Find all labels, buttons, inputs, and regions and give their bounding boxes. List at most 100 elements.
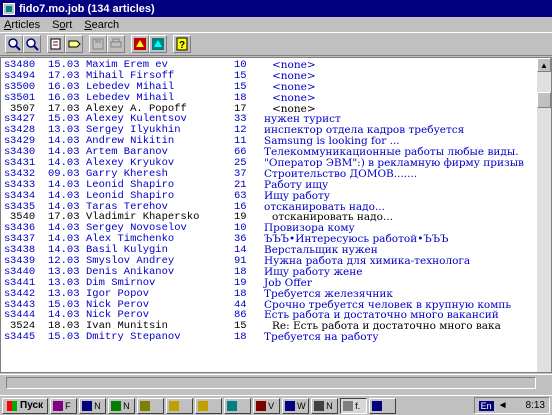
taskbar-label: V [268, 400, 275, 411]
article-row[interactable]: s 3434 14.03 Leonid Shapiro 63 Ищу работу [1, 189, 538, 202]
scroll-track[interactable] [6, 377, 536, 389]
taskbar-button[interactable] [369, 397, 397, 414]
window-title: fido7.mo.job (134 articles) [19, 2, 155, 15]
app-icon [314, 400, 325, 411]
taskbar-button[interactable]: W [282, 397, 310, 414]
article-author: Lebedev Mihail [86, 91, 175, 104]
clock[interactable]: 8:13 [526, 400, 545, 411]
taskbar-button[interactable]: N [79, 397, 107, 414]
edit-icon [50, 38, 61, 50]
article-row[interactable]: s 3494 17.03 Mihail Firsoff 15 <none> [1, 70, 538, 82]
language-indicator[interactable]: En [478, 400, 494, 411]
mark-red-icon [134, 38, 146, 50]
speaker-icon[interactable]: ◄ [498, 400, 508, 411]
article-lines: 18 [234, 91, 247, 104]
article-number: 3501 [10, 91, 36, 104]
windows-logo-icon [7, 400, 17, 411]
taskbar-label: N [94, 400, 101, 411]
article-date: 15.03 [48, 331, 80, 344]
taskbar-label: N [123, 400, 130, 411]
status-flag: s [4, 91, 11, 104]
status-flag: s [4, 309, 11, 322]
article-subject: Требуется на работу [264, 331, 379, 344]
taskbar-button[interactable]: f. [340, 397, 368, 414]
article-subject: <none> [272, 91, 316, 104]
app-icon [111, 400, 122, 411]
app-icon [53, 400, 64, 411]
app-icon [198, 400, 209, 411]
menu-sort[interactable]: Sort [52, 19, 72, 31]
app-icon [140, 400, 151, 411]
article-date: 13.03 [48, 287, 80, 300]
mark-red-button[interactable] [131, 35, 149, 53]
status-flag: s [4, 331, 11, 344]
horizontal-scrollbar[interactable] [0, 374, 552, 390]
zoom-out-button[interactable] [23, 35, 41, 53]
app-icon [285, 400, 296, 411]
taskbar-button[interactable]: N [108, 397, 136, 414]
app-icon[interactable] [3, 2, 15, 15]
menu-search[interactable]: Search [84, 19, 119, 31]
app-icon [372, 400, 383, 411]
system-tray: En ◄ 8:13 [473, 397, 550, 414]
taskbar-button[interactable] [224, 397, 252, 414]
zoom-out-icon [26, 38, 39, 51]
article-date: 16.03 [48, 91, 80, 104]
toolbar: ? [0, 32, 552, 56]
article-row[interactable]: s 3442 13.03 Igor Popov 18 Требуется железячн… [1, 287, 538, 300]
article-lines: 18 [234, 331, 247, 344]
app-icon [169, 400, 180, 411]
zoom-in-button[interactable] [5, 35, 23, 53]
vertical-scrollbar[interactable]: ▲ [537, 58, 551, 372]
menu-bar: Articles Sort Search [0, 17, 552, 32]
taskbar-label: N [326, 400, 333, 411]
scroll-up-button[interactable]: ▲ [537, 58, 551, 72]
article-subject: Ищу работу [264, 189, 331, 202]
taskbar: Пуск F N N V W Nf. En ◄ 8:13 [0, 395, 552, 415]
article-list[interactable]: s 3480 15.03 Maxim Erem ev 10 <none> s 3494 17.0… [1, 58, 538, 372]
taskbar-button[interactable]: F [50, 397, 78, 414]
article-row[interactable]: s 3501 16.03 Lebedev Mihail 18 <none> [1, 91, 538, 104]
taskbar-button[interactable] [137, 397, 165, 414]
app-icon [227, 400, 238, 411]
menu-articles[interactable]: Articles [4, 19, 40, 31]
article-lines: 63 [234, 189, 247, 202]
mark-teal-icon [152, 38, 164, 50]
save-disabled-icon [92, 38, 104, 50]
app-icon [82, 400, 93, 411]
taskbar-button[interactable] [166, 397, 194, 414]
article-author: Dmitry Stepanov [86, 331, 181, 344]
article-row[interactable]: s 3435 14.03 Taras Terehov 16 отсканировать н… [1, 201, 538, 213]
help-button[interactable]: ? [173, 35, 191, 53]
tag-icon [68, 40, 81, 48]
scroll-thumb[interactable] [537, 92, 551, 108]
article-row[interactable]: s 3445 15.03 Dmitry Stepanov 18 Требуется на … [1, 332, 538, 343]
help-icon: ? [176, 37, 188, 51]
print-disabled-icon [110, 38, 122, 48]
article-list-pane: s 3480 15.03 Maxim Erem ev 10 <none> s 3494 17.0… [0, 57, 552, 373]
taskbar-label: f. [355, 400, 361, 411]
article-author: Igor Popov [86, 287, 150, 300]
edit-button[interactable] [47, 35, 65, 53]
article-author: Leonid Shapiro [86, 189, 175, 202]
start-button[interactable]: Пуск [2, 397, 49, 414]
status-flag: s [4, 287, 11, 300]
article-row[interactable]: s 3480 15.03 Maxim Erem ev 10 <none> [1, 60, 538, 71]
zoom-in-icon [8, 38, 21, 51]
article-number: 3442 [10, 287, 36, 300]
article-subject: Требуется железячник [264, 287, 393, 300]
article-number: 3445 [10, 331, 36, 344]
article-row[interactable]: s 3500 16.03 Lebedev Mihail 15 <none> [1, 81, 538, 93]
taskbar-label: F [65, 400, 71, 411]
save-button[interactable] [89, 35, 107, 53]
taskbar-button[interactable]: V [253, 397, 281, 414]
mark-teal-button[interactable] [149, 35, 167, 53]
taskbar-label: W [297, 400, 306, 411]
tag-button[interactable] [65, 35, 83, 53]
svg-text:?: ? [179, 40, 185, 51]
taskbar-button[interactable]: N [311, 397, 339, 414]
article-number: 3434 [10, 189, 36, 202]
print-button[interactable] [107, 35, 125, 53]
taskbar-button[interactable] [195, 397, 223, 414]
title-bar[interactable]: fido7.mo.job (134 articles) [0, 0, 552, 17]
